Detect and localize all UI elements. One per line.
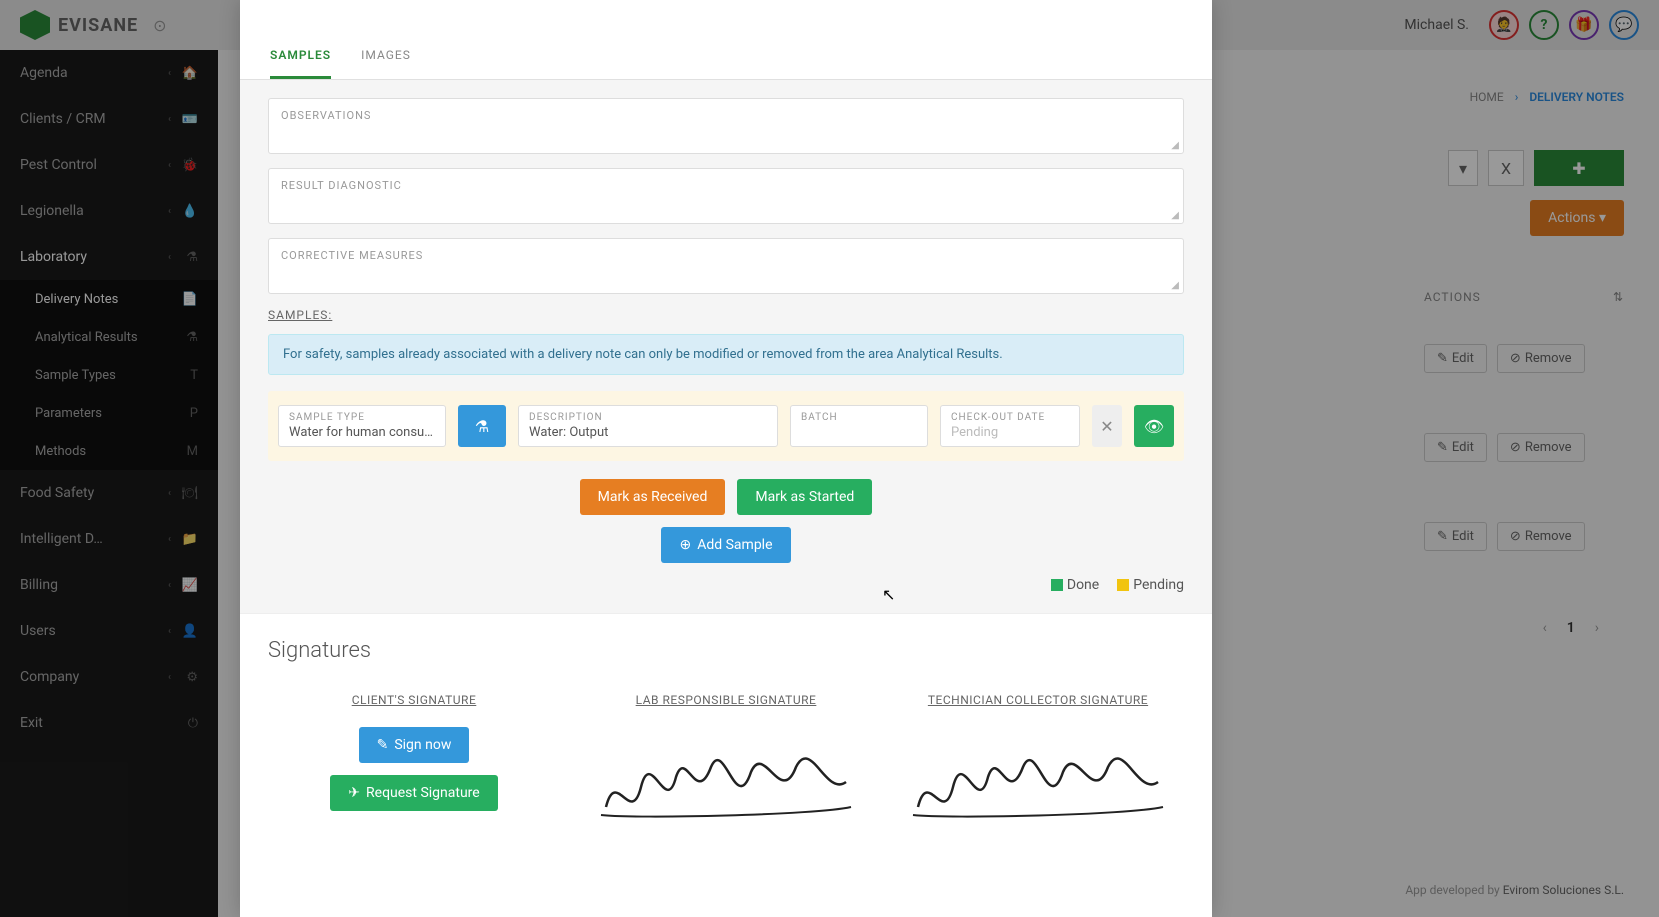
sample-remove-button[interactable]: ✕ [1092,405,1122,447]
delivery-note-modal: SAMPLES IMAGES OBSERVATIONS ◢ RESULT DIA… [240,0,1212,917]
corrective-measures-label: CORRECTIVE MEASURES [281,249,1171,262]
client-signature-column: CLIENT'S SIGNATURE ✎Sign now ✈Request Si… [268,693,560,841]
legend-pending: Pending [1117,577,1184,593]
modal-tabs: SAMPLES IMAGES [240,8,1212,80]
result-diagnostic-field[interactable]: RESULT DIAGNOSTIC ◢ [268,168,1184,224]
mark-started-button[interactable]: Mark as Started [737,479,872,515]
tech-signature-column: TECHNICIAN COLLECTOR SIGNATURE [892,693,1184,841]
sample-row: SAMPLE TYPE Water for human consum… ⚗ DE… [268,391,1184,461]
sample-checkout-date-field[interactable]: CHECK-OUT DATE Pending [940,405,1080,447]
sample-action-buttons: Mark as Received Mark as Started [268,479,1184,515]
legend-pending-swatch [1117,579,1129,591]
add-sample-row: ⊕Add Sample [268,527,1184,563]
lab-signature-header: LAB RESPONSIBLE SIGNATURE [580,693,872,707]
signatures-title: Signatures [268,638,1184,663]
add-sample-button[interactable]: ⊕Add Sample [661,527,790,563]
resize-handle-icon[interactable]: ◢ [1171,280,1179,291]
flask-icon: ⚗ [475,417,489,436]
info-message: For safety, samples already associated w… [268,334,1184,375]
result-diagnostic-label: RESULT DIAGNOSTIC [281,179,1171,192]
sample-batch-field[interactable]: BATCH [790,405,928,447]
observations-label: OBSERVATIONS [281,109,1171,122]
close-icon: ✕ [1100,417,1113,436]
edit-icon: ✎ [377,737,389,753]
sample-description-field[interactable]: DESCRIPTION Water: Output [518,405,778,447]
signatures-section: Signatures CLIENT'S SIGNATURE ✎Sign now … [240,613,1212,865]
samples-section: OBSERVATIONS ◢ RESULT DIAGNOSTIC ◢ CORRE… [240,80,1212,613]
tech-signature-header: TECHNICIAN COLLECTOR SIGNATURE [892,693,1184,707]
tab-samples[interactable]: SAMPLES [270,38,331,79]
legend-done: Done [1051,577,1099,593]
legend-done-swatch [1051,579,1063,591]
plus-circle-icon: ⊕ [679,537,691,553]
legend: Done Pending [268,577,1184,593]
sample-type-icon-button[interactable]: ⚗ [458,405,506,447]
resize-handle-icon[interactable]: ◢ [1171,210,1179,221]
sign-now-button[interactable]: ✎Sign now [359,727,470,763]
mark-received-button[interactable]: Mark as Received [580,479,726,515]
lab-signature-column: LAB RESPONSIBLE SIGNATURE [580,693,872,841]
request-signature-button[interactable]: ✈Request Signature [330,775,497,811]
samples-subheader: SAMPLES: [268,308,1184,322]
sample-type-field[interactable]: SAMPLE TYPE Water for human consum… [278,405,446,447]
send-icon: ✈ [348,785,360,801]
client-signature-header: CLIENT'S SIGNATURE [268,693,560,707]
corrective-measures-field[interactable]: CORRECTIVE MEASURES ◢ [268,238,1184,294]
tab-images[interactable]: IMAGES [361,38,411,79]
eye-icon: 👁 [1144,417,1164,436]
resize-handle-icon[interactable]: ◢ [1171,140,1179,151]
sample-view-button[interactable]: 👁 [1134,405,1174,447]
lab-signature-image [596,737,856,837]
tech-signature-image [908,737,1168,837]
observations-field[interactable]: OBSERVATIONS ◢ [268,98,1184,154]
